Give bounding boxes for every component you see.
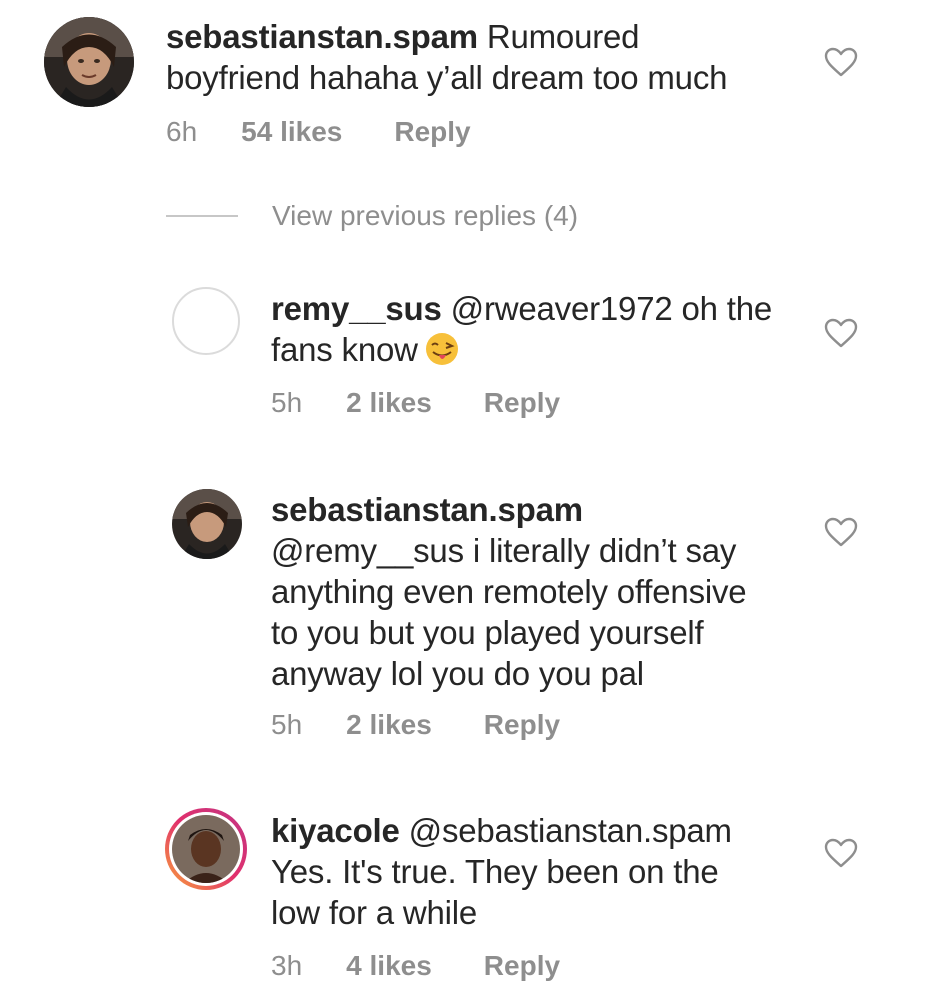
story-ring [169, 812, 243, 886]
comment-text: kiyacole @sebastianstan.spam Yes. It's t… [271, 810, 732, 933]
comment-body: @rweaver1972 oh the [441, 290, 773, 327]
username-link[interactable]: sebastianstan.spam [166, 18, 478, 55]
comment-body: anything even remotely offensive [271, 573, 747, 610]
comment-text: sebastianstan.spam @remy__sus i literall… [271, 489, 747, 694]
comment-body: to you but you played yourself [271, 614, 704, 651]
comment-meta: 5h 2 likes Reply [271, 709, 560, 741]
heart-outline-icon[interactable] [824, 47, 858, 77]
comment-body: Yes. It's true. They been on the [271, 853, 719, 890]
timestamp: 3h [271, 950, 303, 981]
avatar[interactable] [172, 489, 242, 559]
avatar[interactable] [44, 17, 134, 107]
comment-body: @remy__sus i literally didn’t say [271, 532, 737, 569]
winking-tongue-face-emoji-icon [425, 333, 458, 365]
heart-outline-icon[interactable] [824, 318, 858, 348]
username-link[interactable]: kiyacole [271, 812, 400, 849]
heart-outline-icon[interactable] [824, 838, 858, 868]
comment-meta: 5h 2 likes Reply [271, 387, 560, 419]
likes-count[interactable]: 54 likes [241, 116, 342, 148]
avatar[interactable] [165, 808, 247, 890]
comment-body: fans know [271, 331, 418, 368]
comment-text: sebastianstan.spam Rumoured boyfriend ha… [166, 16, 727, 98]
comment-body: anyway lol you do you pal [271, 655, 644, 692]
divider-line [166, 215, 238, 217]
comment-body: @sebastianstan.spam [399, 812, 732, 849]
avatar[interactable] [172, 287, 240, 355]
comment-meta: 6h 54 likes Reply [166, 116, 471, 148]
reply-button[interactable]: Reply [484, 950, 560, 982]
reply-button[interactable]: Reply [394, 116, 470, 148]
profile-photo-icon [44, 17, 134, 107]
comment-body: boyfriend hahaha y’all dream too much [166, 59, 728, 96]
likes-count[interactable]: 2 likes [346, 387, 432, 419]
username-link[interactable]: remy__sus [271, 290, 442, 327]
view-previous-label[interactable]: View previous replies (4) [272, 200, 578, 232]
timestamp: 5h [271, 709, 303, 740]
likes-count[interactable]: 2 likes [346, 709, 432, 741]
timestamp: 6h [166, 116, 198, 147]
comment-body: Rumoured [477, 18, 640, 55]
comment-text: remy__sus @rweaver1972 oh the fans know [271, 288, 772, 370]
reply-button[interactable]: Reply [484, 709, 560, 741]
comment-body: low for a while [271, 894, 478, 931]
username-link[interactable]: sebastianstan.spam [271, 491, 583, 528]
profile-photo-icon [172, 489, 242, 559]
comment-meta: 3h 4 likes Reply [271, 950, 560, 982]
likes-count[interactable]: 4 likes [346, 950, 432, 982]
view-previous-replies[interactable]: View previous replies (4) [166, 200, 578, 232]
heart-outline-icon[interactable] [824, 517, 858, 547]
reply-button[interactable]: Reply [484, 387, 560, 419]
profile-photo-icon [172, 815, 240, 883]
timestamp: 5h [271, 387, 303, 418]
